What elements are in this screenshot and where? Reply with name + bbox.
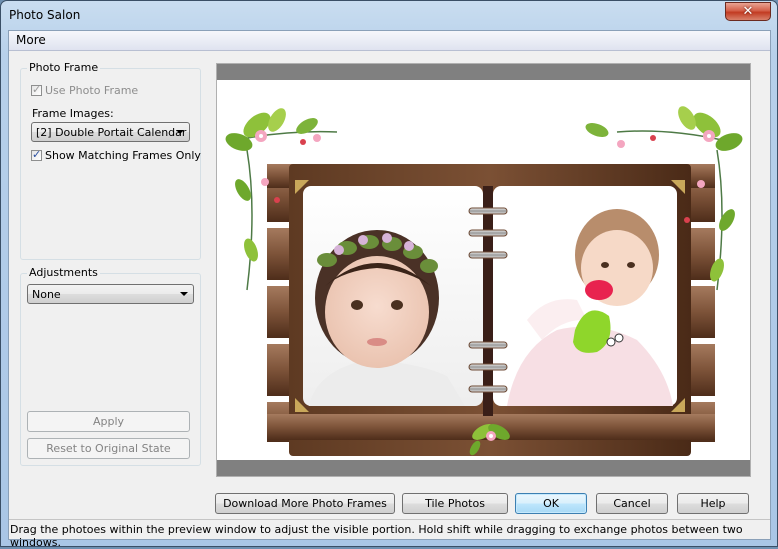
checkbox-check-icon (31, 83, 42, 96)
title-bar[interactable]: Photo Salon ✕ (1, 1, 777, 29)
status-bar: Drag the photoes within the preview wind… (9, 519, 770, 549)
cancel-button[interactable]: Cancel (596, 493, 668, 514)
menu-bar: More (9, 31, 770, 51)
photo-salon-window: Photo Salon ✕ More Photo Frame Use Photo… (0, 0, 778, 549)
help-button[interactable]: Help (677, 493, 749, 514)
apply-button[interactable]: Apply (27, 411, 190, 432)
close-x-icon: ✕ (742, 4, 754, 19)
frame-images-dropdown[interactable]: [2] Double Portait Calendar (31, 122, 190, 142)
preview-bottom-band (217, 460, 750, 476)
frame-preview[interactable] (216, 63, 751, 477)
adjustments-dropdown[interactable]: None (27, 284, 194, 304)
show-matching-frames-checkbox[interactable]: Show Matching Frames Only (31, 148, 201, 162)
frame-images-value: [2] Double Portait Calendar (36, 126, 187, 139)
tile-photos-button[interactable]: Tile Photos (402, 493, 508, 514)
reset-to-original-button[interactable]: Reset to Original State (27, 438, 190, 459)
show-matching-frames-label: Show Matching Frames Only (45, 149, 201, 162)
window-title: Photo Salon (9, 8, 81, 22)
photo-frame-group-label: Photo Frame (27, 61, 101, 74)
calendar-spine (483, 186, 493, 416)
use-photo-frame-checkbox[interactable]: Use Photo Frame (31, 83, 139, 97)
frame-images-label: Frame Images: (32, 107, 114, 120)
status-text: Drag the photoes within the preview wind… (10, 523, 743, 549)
dialog-client: More Photo Frame Use Photo Frame Frame I… (8, 30, 771, 549)
use-photo-frame-label: Use Photo Frame (45, 84, 139, 97)
menu-more[interactable]: More (16, 33, 46, 47)
preview-top-band (217, 64, 750, 80)
close-button[interactable]: ✕ (725, 2, 771, 21)
calendar-frame-artwork (225, 106, 743, 456)
wood-planks-right (689, 170, 715, 442)
checkbox-check-icon (31, 148, 42, 161)
adjustments-value: None (32, 288, 61, 301)
ok-button[interactable]: OK (515, 493, 587, 514)
adjustments-group-label: Adjustments (27, 266, 100, 279)
chevron-down-icon (180, 292, 188, 296)
download-more-frames-button[interactable]: Download More Photo Frames (215, 493, 395, 514)
chevron-down-icon (176, 130, 184, 134)
